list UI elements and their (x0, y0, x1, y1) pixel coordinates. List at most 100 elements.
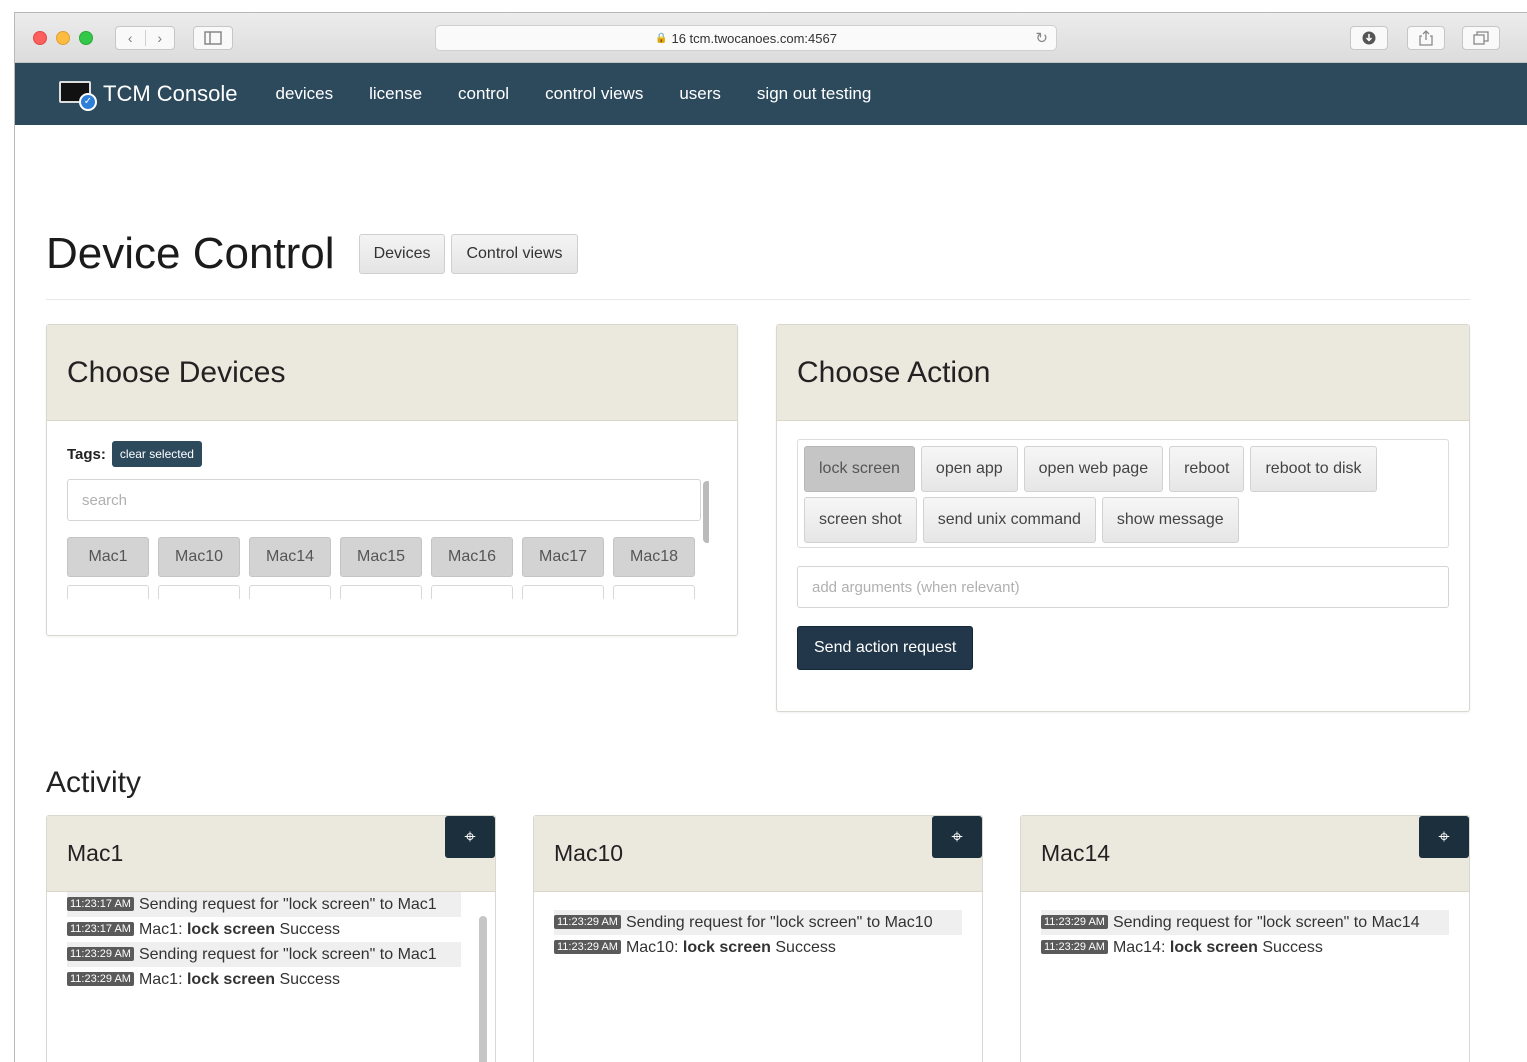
log-entry: 11:23:29 AM Sending request for "lock scr… (1041, 910, 1449, 935)
expand-icon: ⌖ (1438, 825, 1450, 848)
action-open-web-page[interactable]: open web page (1023, 446, 1164, 492)
log-device: Mac1: (138, 921, 187, 938)
choose-action-heading: Choose Action (777, 325, 1469, 421)
activity-panel-mac10: Mac10 ⌖ 11:23:29 AM Sending request for "… (533, 815, 983, 1062)
devices-button[interactable]: Devices (358, 234, 446, 274)
send-action-request-button[interactable]: Send action request (797, 626, 974, 670)
log-action: lock screen (186, 921, 276, 938)
log-text: Sending request for "lock screen" to Mac… (625, 914, 933, 931)
tabs-button[interactable] (1462, 26, 1500, 50)
timestamp-badge: 11:23:29 AM (1041, 915, 1108, 929)
brand-name: TCM Console (103, 81, 238, 106)
log-action: lock screen (186, 971, 276, 988)
device-chip-partial[interactable] (431, 585, 513, 599)
log-device: Mac10: (625, 939, 683, 956)
log-entry: 11:23:29 AM Sending request for "lock scr… (67, 942, 461, 967)
timestamp-badge: 11:23:29 AM (67, 947, 134, 961)
close-window-button[interactable] (33, 31, 47, 45)
sidebar-toggle-button[interactable] (193, 26, 233, 50)
activity-panel-mac1: Mac1 ⌖ 11:23:17 AM Sending request for "l… (46, 815, 496, 1062)
timestamp-badge: 11:23:29 AM (554, 940, 621, 954)
activity-scroll-thumb[interactable] (479, 916, 487, 1062)
page-content: Device Control Devices Control views Cho… (46, 112, 1470, 1062)
device-chip-mac1[interactable]: Mac1 (67, 537, 149, 577)
address-bar[interactable]: 🔒 16 tcm.twocanoes.com:4567 ↻ (435, 25, 1057, 51)
share-button[interactable] (1407, 26, 1445, 50)
nav-link-users[interactable]: users (679, 84, 721, 104)
download-button[interactable] (1350, 26, 1388, 50)
device-chip-mac18[interactable]: Mac18 (613, 537, 695, 577)
action-buttons: lock screen open app open web page reboo… (797, 439, 1449, 548)
clear-selected-button[interactable]: clear selected (111, 441, 202, 467)
tcm-logo-icon: ✓ (59, 79, 97, 111)
activity-heading: Mac14 ⌖ (1021, 816, 1469, 892)
nav-link-license[interactable]: license (369, 84, 422, 104)
device-chip-partial[interactable] (340, 585, 422, 599)
nav-link-sign-out[interactable]: sign out testing (757, 84, 871, 104)
zoom-window-button[interactable] (79, 31, 93, 45)
action-lock-screen[interactable]: lock screen (804, 446, 915, 492)
log-entry: 11:23:17 AM Mac1: lock screen Success (67, 917, 461, 942)
nav-link-control-views[interactable]: control views (545, 84, 643, 104)
action-send-unix-command[interactable]: send unix command (922, 497, 1096, 543)
log-device: Mac1: (138, 971, 187, 988)
activity-title: Activity (46, 766, 142, 799)
activity-scrollbar[interactable] (479, 916, 487, 1062)
expand-button[interactable]: ⌖ (445, 816, 495, 858)
log-result: Success (275, 921, 340, 938)
log-action: lock screen (682, 939, 771, 956)
device-chip-partial[interactable] (613, 585, 695, 599)
minimize-window-button[interactable] (56, 31, 70, 45)
action-reboot-to-disk[interactable]: reboot to disk (1250, 446, 1377, 492)
activity-panels: Mac1 ⌖ 11:23:17 AM Sending request for "l… (46, 815, 1470, 1062)
log-device: Mac14: (1112, 939, 1170, 956)
log-text: Sending request for "lock screen" to Mac… (138, 896, 437, 913)
browser-toolbar: ‹ › 🔒 16 tcm.twocanoes.com:4567 ↻ (15, 13, 1527, 63)
history-nav: ‹ › (115, 26, 175, 50)
page-header: Device Control Devices Control views (46, 209, 1470, 299)
device-chip-mac15[interactable]: Mac15 (340, 537, 422, 577)
activity-device-name: Mac14 (1041, 840, 1111, 866)
device-chip-mac17[interactable]: Mac17 (522, 537, 604, 577)
log-entry: 11:23:17 AM Sending request for "lock scr… (67, 892, 461, 917)
action-open-app[interactable]: open app (920, 446, 1018, 492)
action-reboot[interactable]: reboot (1169, 446, 1245, 492)
device-list-scrollbar[interactable] (703, 479, 709, 599)
timestamp-badge: 11:23:17 AM (67, 897, 134, 911)
device-chip-partial[interactable] (522, 585, 604, 599)
download-icon (1362, 31, 1376, 45)
nav-link-devices[interactable]: devices (275, 84, 333, 104)
log-entry: 11:23:29 AM Mac14: lock screen Success (1041, 935, 1449, 960)
tabs-icon (1473, 31, 1489, 45)
device-chip-mac14[interactable]: Mac14 (249, 537, 331, 577)
page-title: Device Control (46, 229, 335, 278)
timestamp-badge: 11:23:29 AM (554, 915, 621, 929)
choose-devices-title: Choose Devices (67, 355, 286, 389)
timestamp-badge: 11:23:17 AM (67, 922, 134, 936)
brand[interactable]: ✓ TCM Console (59, 79, 238, 111)
device-search-input[interactable] (67, 479, 701, 521)
device-chip-partial[interactable] (67, 585, 149, 599)
reload-icon[interactable]: ↻ (1035, 29, 1048, 47)
expand-button[interactable]: ⌖ (1419, 816, 1469, 858)
control-panels: Choose Devices Tags: clear selected Mac1… (46, 324, 1470, 714)
device-chips: Mac1 Mac10 Mac14 Mac15 Mac16 Mac17 Mac18 (67, 537, 697, 599)
back-icon[interactable]: ‹ (116, 30, 145, 46)
address-url: 16 tcm.twocanoes.com:4567 (671, 30, 837, 46)
device-chip-partial[interactable] (158, 585, 240, 599)
forward-icon[interactable]: › (144, 30, 175, 46)
arguments-input[interactable] (797, 566, 1449, 608)
nav-link-control[interactable]: control (458, 84, 509, 104)
choose-devices-heading: Choose Devices (47, 325, 737, 421)
activity-log: 11:23:17 AM Sending request for "lock scr… (47, 892, 495, 992)
device-chip-mac16[interactable]: Mac16 (431, 537, 513, 577)
control-views-button[interactable]: Control views (451, 234, 578, 274)
activity-heading: Mac10 ⌖ (534, 816, 982, 892)
device-chip-partial[interactable] (249, 585, 331, 599)
device-list-scroll-thumb[interactable] (703, 481, 709, 543)
action-screen-shot[interactable]: screen shot (804, 497, 917, 543)
expand-button[interactable]: ⌖ (932, 816, 982, 858)
device-chip-mac10[interactable]: Mac10 (158, 537, 240, 577)
log-action: lock screen (1169, 939, 1258, 956)
action-show-message[interactable]: show message (1101, 497, 1239, 543)
